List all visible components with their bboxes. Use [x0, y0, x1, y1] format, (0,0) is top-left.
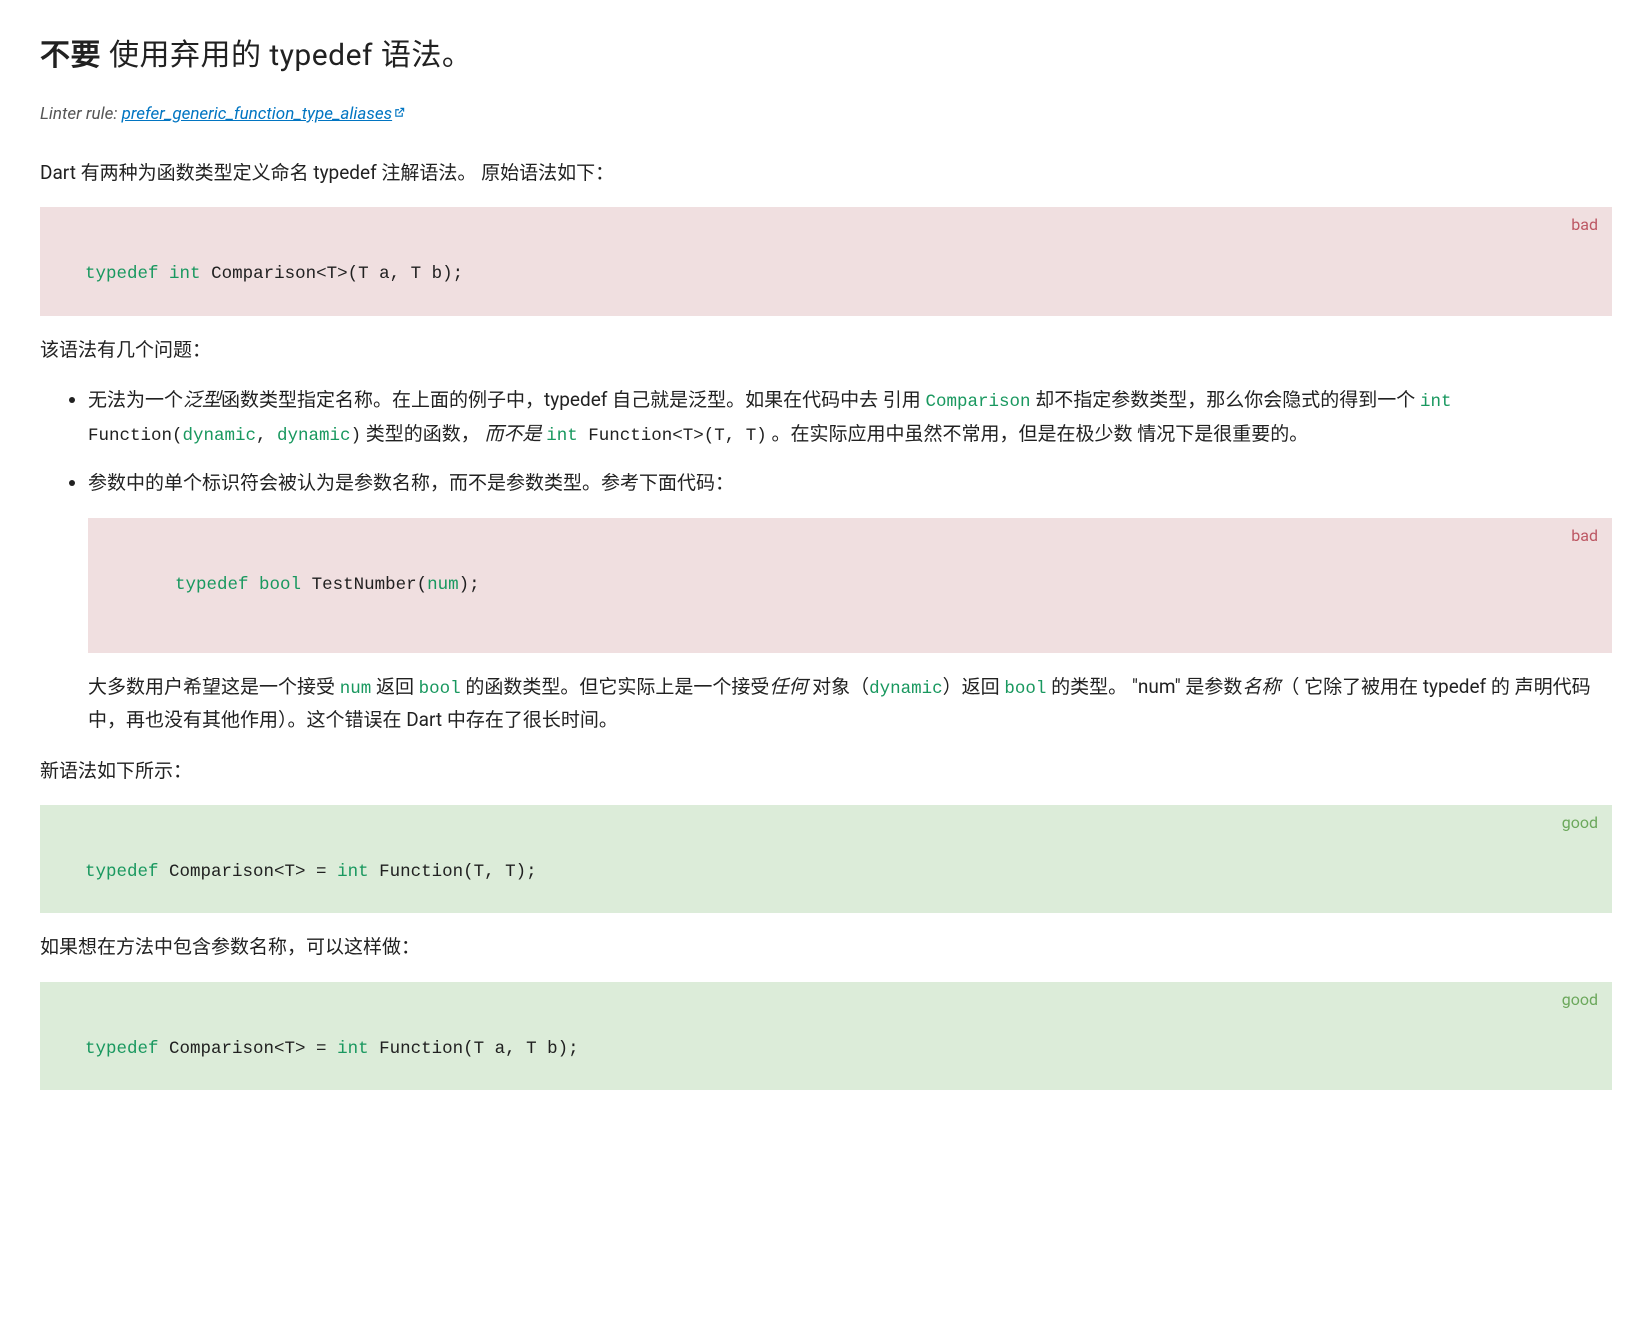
italic-term: 泛型	[183, 388, 221, 411]
code-text: Function(T a, T b);	[369, 1039, 579, 1059]
param-names-paragraph: 如果想在方法中包含参数名称，可以这样做：	[40, 931, 1612, 963]
inline-code: bool	[419, 679, 461, 699]
list-item: 参数中的单个标识符会被认为是参数名称，而不是参数类型。参考下面代码： bad ty…	[88, 467, 1612, 736]
bullet-1-text: 无法为一个泛型函数类型指定名称。在上面的例子中，typedef 自己就是泛型。如…	[88, 384, 1612, 452]
code-block-bad-1: bad typedef int Comparison<T>(T a, T b);	[40, 207, 1612, 316]
code-keyword: int	[169, 264, 201, 284]
code-keyword: typedef	[175, 575, 249, 595]
inline-code: dynamic	[869, 679, 943, 699]
heading-rest: 使用弃用的 typedef 语法。	[101, 38, 472, 73]
section-heading: 不要 使用弃用的 typedef 语法。	[40, 30, 1612, 81]
list-item: 无法为一个泛型函数类型指定名称。在上面的例子中，typedef 自己就是泛型。如…	[88, 384, 1612, 452]
code-text: Function(T, T);	[369, 862, 537, 882]
linter-rule-link[interactable]: prefer_generic_function_type_aliases	[122, 104, 393, 124]
inline-code: num	[340, 679, 372, 699]
linter-prefix: Linter rule:	[40, 104, 122, 124]
code-keyword: bool	[259, 575, 301, 595]
inline-code: Comparison	[926, 392, 1031, 412]
italic-term: 任何	[769, 675, 807, 698]
code-text: Comparison<T>(T a, T b);	[201, 264, 464, 284]
code-text: );	[459, 575, 480, 595]
code-keyword: typedef	[85, 862, 159, 882]
code-label-good: good	[1562, 988, 1598, 1012]
new-syntax-paragraph: 新语法如下所示：	[40, 755, 1612, 787]
code-keyword: num	[427, 575, 459, 595]
code-text: Comparison<T> =	[159, 862, 338, 882]
code-block-good-1: good typedef Comparison<T> = int Function…	[40, 805, 1612, 914]
code-label-good: good	[1562, 811, 1598, 835]
linter-rule-line: Linter rule: prefer_generic_function_typ…	[40, 99, 1612, 129]
italic-term: 名称	[1242, 675, 1280, 698]
problems-paragraph: 该语法有几个问题：	[40, 334, 1612, 366]
inline-code: int Function<T>(T, T)	[546, 426, 767, 446]
code-label-bad: bad	[1571, 213, 1598, 237]
italic-term: 而不是	[485, 422, 542, 445]
code-text: Comparison<T> =	[159, 1039, 338, 1059]
bullet-2-after: 大多数用户希望这是一个接受 num 返回 bool 的函数类型。但它实际上是一个…	[88, 671, 1612, 737]
bullet-2-lead: 参数中的单个标识符会被认为是参数名称，而不是参数类型。参考下面代码：	[88, 467, 1612, 499]
code-keyword: int	[337, 862, 369, 882]
inline-code: bool	[1004, 679, 1046, 699]
code-block-good-2: good typedef Comparison<T> = int Function…	[40, 982, 1612, 1091]
problems-list: 无法为一个泛型函数类型指定名称。在上面的例子中，typedef 自己就是泛型。如…	[40, 384, 1612, 737]
external-link-icon	[394, 99, 405, 110]
intro-paragraph: Dart 有两种为函数类型定义命名 typedef 注解语法。 原始语法如下：	[40, 157, 1612, 189]
code-text: TestNumber(	[301, 575, 427, 595]
code-label-bad: bad	[1571, 524, 1598, 548]
code-keyword: int	[337, 1039, 369, 1059]
code-keyword: typedef	[85, 264, 159, 284]
heading-emphasis: 不要	[40, 38, 101, 73]
code-keyword: typedef	[85, 1039, 159, 1059]
code-block-bad-2: bad typedef bool TestNumber(num);	[88, 518, 1612, 653]
